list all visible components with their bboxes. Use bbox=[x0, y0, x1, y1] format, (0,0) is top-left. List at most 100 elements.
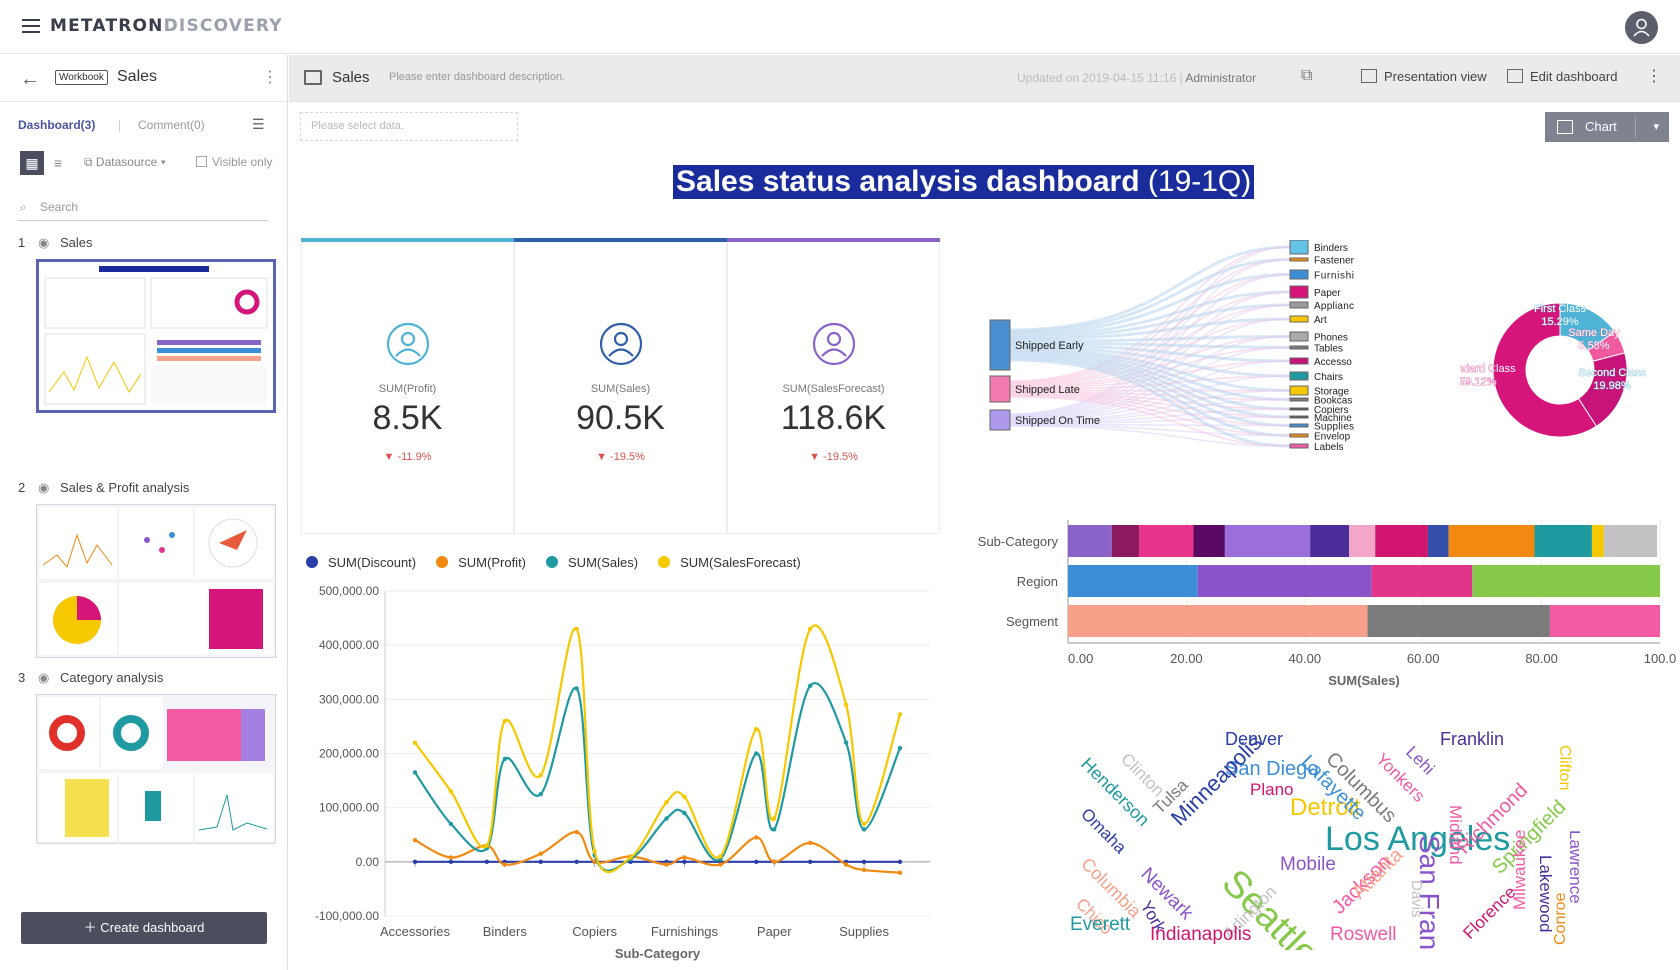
data-point[interactable] bbox=[664, 800, 669, 805]
data-point[interactable] bbox=[682, 810, 687, 816]
chevron-down-icon[interactable]: ▾ bbox=[1653, 112, 1659, 142]
list-view-icon[interactable]: ≡ bbox=[46, 151, 70, 175]
stacked-bar-segment[interactable] bbox=[1197, 565, 1372, 597]
data-point[interactable] bbox=[897, 745, 903, 751]
kpi-card[interactable]: SUM(SalesForecast) 118.6K ▼ -19.5% bbox=[727, 238, 940, 534]
word-cloud-word[interactable]: Plano bbox=[1250, 780, 1293, 799]
sankey-chart[interactable]: Shipped Early Shipped Late Shipped On Time… bbox=[980, 240, 1420, 480]
data-point[interactable] bbox=[861, 867, 867, 873]
stacked-bar-segment[interactable] bbox=[1068, 525, 1112, 557]
data-point[interactable] bbox=[861, 859, 867, 865]
word-cloud-word[interactable]: Indianapolis bbox=[1150, 924, 1251, 945]
data-point[interactable] bbox=[897, 712, 903, 717]
word-cloud-word[interactable]: Davis bbox=[1408, 880, 1425, 918]
datasource-dropdown[interactable]: ⧉ Datasource ▾ bbox=[84, 155, 166, 170]
presentation-view-button[interactable]: Presentation view bbox=[1361, 69, 1487, 84]
data-point[interactable] bbox=[448, 789, 454, 794]
sankey-target-node[interactable] bbox=[1289, 423, 1309, 428]
data-point[interactable] bbox=[682, 859, 687, 865]
chart-add-button[interactable]: Chart ▾ bbox=[1545, 112, 1669, 142]
legend-item[interactable]: SUM(Sales) bbox=[546, 555, 638, 570]
data-point[interactable] bbox=[754, 751, 759, 756]
word-cloud-word[interactable]: Franklin bbox=[1440, 729, 1504, 749]
tab-dashboard[interactable]: Dashboard(3) bbox=[18, 118, 95, 132]
pie-chart[interactable]: First Class15.29%Same Day5.58% Second Cla… bbox=[1460, 280, 1680, 460]
eye-icon[interactable]: ◉ bbox=[38, 480, 60, 496]
sankey-target-node[interactable] bbox=[1289, 315, 1309, 323]
sankey-target-node[interactable] bbox=[1289, 371, 1309, 381]
sankey-target-node[interactable] bbox=[1289, 269, 1309, 280]
grid-view-icon[interactable]: ▦ bbox=[20, 151, 44, 175]
stacked-bar-segment[interactable] bbox=[1310, 525, 1350, 557]
data-point[interactable] bbox=[448, 859, 454, 865]
eye-icon[interactable]: ◉ bbox=[38, 235, 60, 251]
data-point[interactable] bbox=[754, 835, 759, 840]
legend-item[interactable]: SUM(Profit) bbox=[436, 555, 526, 570]
data-point[interactable] bbox=[502, 862, 508, 867]
data-point[interactable] bbox=[843, 740, 849, 745]
data-point[interactable] bbox=[807, 859, 813, 865]
data-point[interactable] bbox=[484, 859, 490, 865]
data-point[interactable] bbox=[897, 870, 903, 875]
data-point[interactable] bbox=[592, 848, 597, 854]
series-line[interactable] bbox=[414, 830, 901, 874]
word-cloud[interactable]: Los AngelesSeattle San FranciscoDetroitSa… bbox=[1060, 715, 1580, 950]
stacked-bar-segment[interactable] bbox=[1371, 565, 1473, 597]
search-input[interactable]: ⌕ Search bbox=[18, 197, 268, 221]
data-point[interactable] bbox=[897, 859, 903, 865]
tab-comment[interactable]: Comment(0) bbox=[138, 118, 205, 132]
data-point[interactable] bbox=[772, 859, 777, 865]
copy-icon[interactable]: ⧉ bbox=[1301, 67, 1312, 85]
data-point[interactable] bbox=[448, 821, 454, 827]
data-point[interactable] bbox=[861, 821, 867, 827]
sankey-target-node[interactable] bbox=[1289, 397, 1309, 402]
sankey-source-node[interactable] bbox=[989, 375, 1011, 403]
visible-only-checkbox[interactable]: Visible only bbox=[196, 155, 272, 169]
data-point[interactable] bbox=[843, 862, 849, 867]
sankey-target-node[interactable] bbox=[1289, 357, 1309, 365]
stacked-bar-segment[interactable] bbox=[1549, 605, 1660, 637]
dashboard-name[interactable]: Sales bbox=[332, 69, 370, 86]
data-point[interactable] bbox=[664, 816, 669, 821]
data-point[interactable] bbox=[412, 770, 418, 775]
back-arrow-icon[interactable]: ← bbox=[20, 68, 40, 91]
sankey-target-node[interactable] bbox=[1289, 415, 1309, 419]
sankey-link[interactable] bbox=[1009, 245, 1291, 332]
stacked-bar-segment[interactable] bbox=[1534, 525, 1592, 557]
data-point[interactable] bbox=[502, 718, 508, 724]
sankey-target-node[interactable] bbox=[1289, 285, 1309, 299]
stacked-bar-segment[interactable] bbox=[1603, 525, 1658, 557]
dashboard-item-sales-profit[interactable]: 2 ◉ Sales & Profit analysis bbox=[18, 480, 278, 658]
data-point[interactable] bbox=[682, 794, 687, 800]
data-point[interactable] bbox=[843, 702, 849, 707]
word-cloud-word[interactable]: Mobile bbox=[1280, 854, 1336, 875]
workbook-more-icon[interactable]: ⋮ bbox=[262, 67, 278, 87]
dashboard-item-sales[interactable]: 1 ◉ Sales bbox=[18, 235, 278, 413]
data-point[interactable] bbox=[754, 726, 759, 732]
sankey-target-node[interactable] bbox=[1289, 433, 1309, 438]
line-chart[interactable]: 500,000.00 400,000.00 300,000.00 200,000.00… bbox=[290, 575, 940, 970]
sankey-target-node[interactable] bbox=[1289, 385, 1309, 396]
dashboard-thumbnail[interactable] bbox=[36, 694, 276, 844]
edit-dashboard-button[interactable]: Edit dashboard bbox=[1507, 69, 1617, 84]
stacked-bar-segment[interactable] bbox=[1349, 525, 1376, 557]
user-avatar[interactable] bbox=[1625, 11, 1658, 44]
dashboard-item-category[interactable]: 3 ◉ Category analysis bbox=[18, 670, 278, 844]
data-point[interactable] bbox=[412, 837, 418, 843]
sankey-source-node[interactable] bbox=[989, 409, 1011, 431]
data-point[interactable] bbox=[412, 740, 418, 745]
data-point[interactable] bbox=[664, 862, 669, 867]
sankey-target-node[interactable] bbox=[1289, 345, 1309, 350]
data-point[interactable] bbox=[772, 816, 777, 821]
data-point[interactable] bbox=[538, 851, 543, 856]
stacked-bar-segment[interactable] bbox=[1139, 525, 1194, 557]
data-point[interactable] bbox=[718, 854, 723, 859]
data-point[interactable] bbox=[807, 683, 813, 688]
data-point[interactable] bbox=[538, 791, 543, 797]
sankey-source-node[interactable] bbox=[989, 319, 1011, 371]
data-point[interactable] bbox=[538, 859, 543, 865]
create-dashboard-button[interactable]: ＋ Create dashboard bbox=[21, 912, 267, 944]
word-cloud-word[interactable]: Denver bbox=[1225, 729, 1283, 749]
stacked-bar-segment[interactable] bbox=[1111, 525, 1140, 557]
sort-list-icon[interactable]: ☰ bbox=[252, 116, 265, 133]
